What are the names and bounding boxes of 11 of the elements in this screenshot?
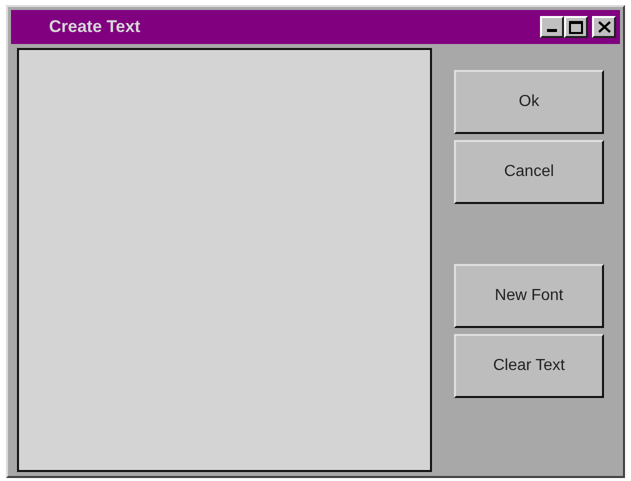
- maximize-icon: [569, 20, 583, 34]
- dialog-button[interactable]: Cancel: [454, 140, 604, 204]
- close-icon: [598, 21, 610, 33]
- dialog-button[interactable]: Ok: [454, 70, 604, 134]
- minimize-button[interactable]: [540, 16, 564, 38]
- minimize-icon: [547, 29, 557, 33]
- dialog-button[interactable]: New Font: [454, 264, 604, 328]
- window-title: Create Text: [49, 16, 142, 38]
- dialog-button[interactable]: Clear Text: [454, 334, 604, 398]
- maximize-button[interactable]: [564, 16, 588, 38]
- close-button[interactable]: [592, 16, 616, 38]
